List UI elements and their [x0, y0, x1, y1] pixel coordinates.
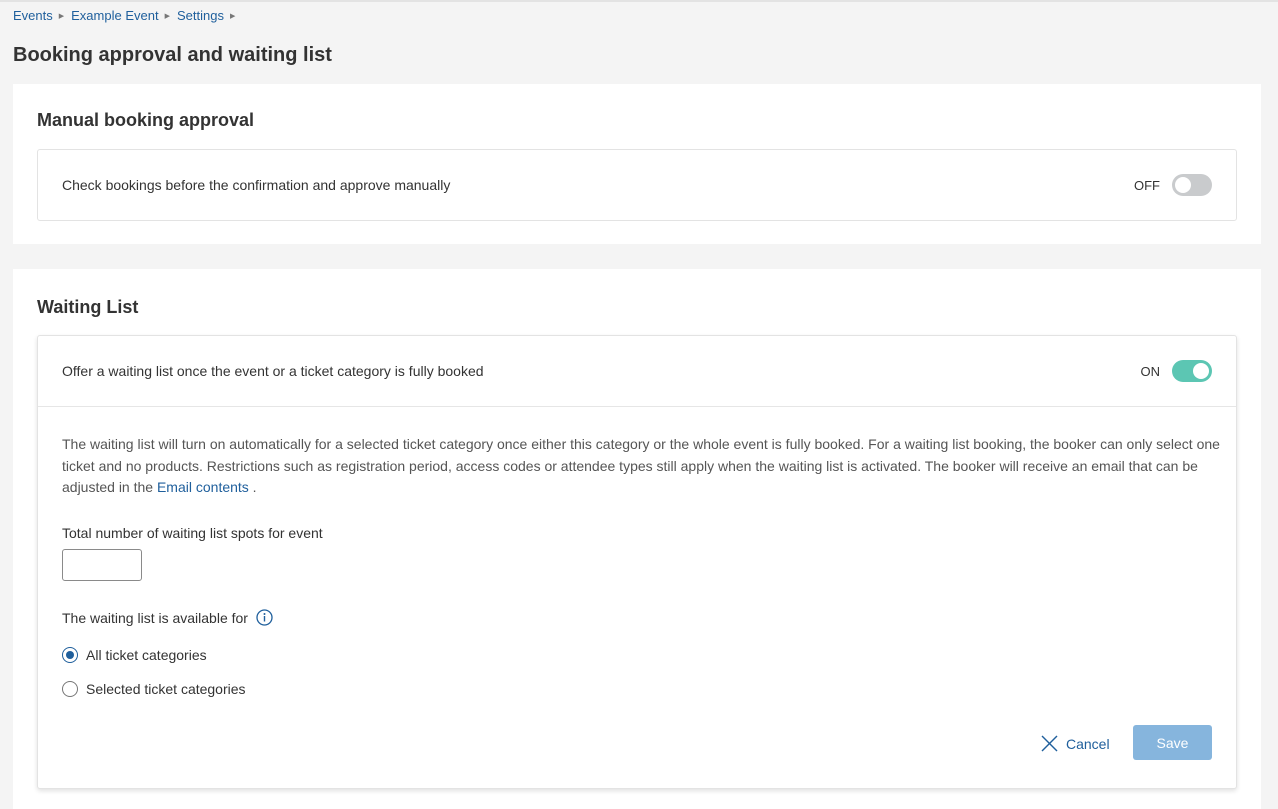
- manual-approval-toggle-label: OFF: [1134, 177, 1160, 193]
- breadcrumb-arrow-icon: ▶: [229, 12, 236, 20]
- page-title: Booking approval and waiting list: [13, 44, 332, 66]
- toggle-knob: [1193, 363, 1209, 379]
- manual-approval-toggle[interactable]: [1172, 174, 1212, 196]
- toggle-knob: [1175, 177, 1191, 193]
- waiting-list-toggle-label: ON: [1140, 363, 1161, 379]
- breadcrumb-arrow-icon: ▶: [58, 12, 65, 20]
- waiting-list-row: Offer a waiting list once the event or a…: [38, 336, 1236, 406]
- radio-all-categories-label: All ticket categories: [86, 647, 207, 663]
- info-icon[interactable]: [256, 609, 273, 626]
- spots-input[interactable]: [62, 549, 142, 581]
- breadcrumb-example-event[interactable]: Example Event: [71, 8, 158, 23]
- breadcrumb-settings[interactable]: Settings: [177, 8, 224, 23]
- waiting-list-toggle[interactable]: [1172, 360, 1212, 382]
- waiting-list-description: The waiting list will turn on automatica…: [62, 434, 1222, 499]
- breadcrumb-arrow-icon: ▶: [164, 12, 170, 20]
- availability-label-text: The waiting list is available for: [62, 609, 248, 626]
- description-end: .: [248, 479, 257, 495]
- manual-approval-title: Manual booking approval: [37, 110, 255, 130]
- radio-button[interactable]: [62, 681, 78, 697]
- breadcrumb-events[interactable]: Events: [13, 8, 53, 23]
- manual-approval-toggle-group: OFF: [1134, 174, 1212, 196]
- radio-selected-categories[interactable]: Selected ticket categories: [62, 681, 246, 697]
- radio-button-checked[interactable]: [62, 647, 78, 663]
- radio-selected-categories-label: Selected ticket categories: [86, 681, 246, 697]
- waiting-list-toggle-group: ON: [1140, 360, 1212, 382]
- divider: [38, 406, 1236, 407]
- email-contents-link[interactable]: Email contents: [157, 479, 249, 495]
- manual-approval-panel: Check bookings before the confirmation a…: [37, 149, 1237, 221]
- waiting-list-card: Waiting List Offer a waiting list once t…: [13, 269, 1261, 809]
- manual-approval-text: Check bookings before the confirmation a…: [62, 177, 451, 193]
- cancel-button[interactable]: Cancel: [1041, 735, 1110, 752]
- breadcrumb: Events ▶ Example Event ▶ Settings ▶: [13, 8, 242, 23]
- radio-all-categories[interactable]: All ticket categories: [62, 647, 207, 663]
- manual-approval-row: Check bookings before the confirmation a…: [38, 150, 1236, 220]
- availability-label: The waiting list is available for: [62, 609, 273, 626]
- top-border: [0, 0, 1278, 2]
- manual-approval-card: Manual booking approval Check bookings b…: [13, 84, 1261, 244]
- waiting-list-title: Waiting List: [37, 297, 139, 317]
- save-button[interactable]: Save: [1133, 725, 1212, 760]
- spots-label: Total number of waiting list spots for e…: [62, 525, 323, 541]
- close-icon: [1041, 735, 1058, 752]
- waiting-list-text: Offer a waiting list once the event or a…: [62, 363, 484, 379]
- cancel-label: Cancel: [1066, 735, 1110, 752]
- waiting-list-panel: Offer a waiting list once the event or a…: [37, 335, 1237, 789]
